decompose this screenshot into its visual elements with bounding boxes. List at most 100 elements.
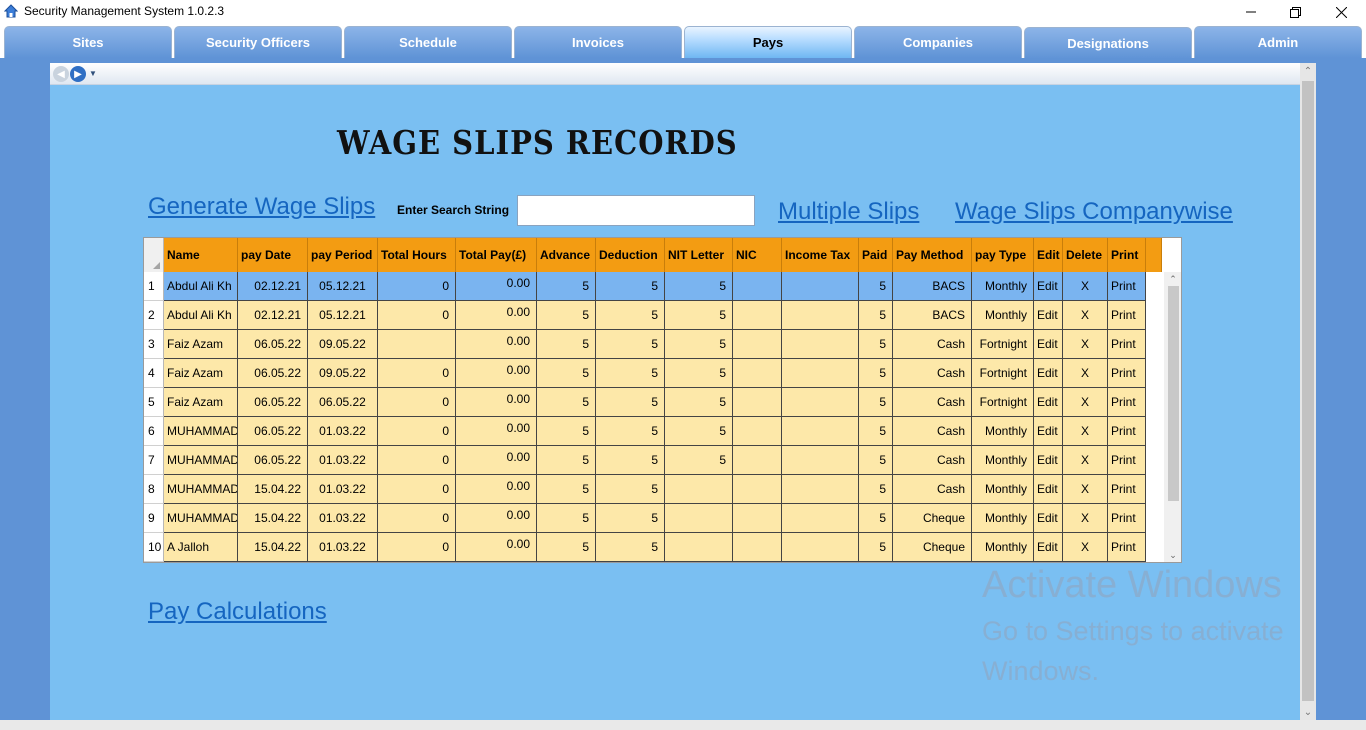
- table-cell[interactable]: [733, 533, 782, 562]
- restore-button[interactable]: [1272, 0, 1318, 24]
- table-cell[interactable]: 5: [537, 388, 596, 417]
- table-cell[interactable]: 5: [665, 330, 733, 359]
- table-cell[interactable]: 0: [378, 272, 456, 301]
- table-cell[interactable]: 5: [859, 446, 893, 475]
- column-header[interactable]: Total Hours: [378, 238, 456, 272]
- table-row[interactable]: 5 Faiz Azam 06.05.22 06.05.22 0 0.00 5 5 5 5 Cash F…: [144, 388, 1146, 417]
- edit-button[interactable]: Edit: [1034, 475, 1063, 504]
- edit-button[interactable]: Edit: [1034, 417, 1063, 446]
- row-number[interactable]: 7: [144, 446, 164, 475]
- table-cell[interactable]: 5: [859, 417, 893, 446]
- page-scrollbar[interactable]: ⌃ ⌄: [1300, 63, 1316, 720]
- table-cell[interactable]: 5: [537, 330, 596, 359]
- table-cell[interactable]: Abdul Ali Kh: [164, 272, 238, 301]
- table-cell[interactable]: 5: [859, 475, 893, 504]
- row-number[interactable]: 3: [144, 330, 164, 359]
- multiple-slips-link[interactable]: Multiple Slips: [778, 198, 919, 226]
- table-cell[interactable]: [665, 504, 733, 533]
- table-cell[interactable]: 0: [378, 417, 456, 446]
- table-cell[interactable]: [782, 446, 859, 475]
- delete-button[interactable]: X: [1063, 272, 1108, 301]
- table-cell[interactable]: [733, 272, 782, 301]
- table-cell[interactable]: Cash: [893, 330, 972, 359]
- delete-button[interactable]: X: [1063, 301, 1108, 330]
- column-header[interactable]: Name: [164, 238, 238, 272]
- table-cell[interactable]: 0: [378, 475, 456, 504]
- table-cell[interactable]: [782, 330, 859, 359]
- table-cell[interactable]: 5: [596, 272, 665, 301]
- table-cell[interactable]: 06.05.22: [238, 359, 308, 388]
- table-cell[interactable]: [665, 475, 733, 504]
- table-cell[interactable]: [733, 417, 782, 446]
- table-cell[interactable]: 5: [537, 446, 596, 475]
- table-cell[interactable]: 5: [537, 504, 596, 533]
- tab-sites[interactable]: Sites: [4, 26, 172, 58]
- generate-wage-slips-link[interactable]: Generate Wage Slips: [148, 193, 375, 221]
- scroll-down-icon[interactable]: ⌄: [1300, 704, 1316, 720]
- table-cell[interactable]: 02.12.21: [238, 301, 308, 330]
- edit-button[interactable]: Edit: [1034, 533, 1063, 562]
- table-row[interactable]: 4 Faiz Azam 06.05.22 09.05.22 0 0.00 5 5 5 5 Cash F…: [144, 359, 1146, 388]
- table-cell[interactable]: [733, 504, 782, 533]
- print-button[interactable]: Print: [1108, 388, 1146, 417]
- table-cell[interactable]: 01.03.22: [308, 475, 378, 504]
- print-button[interactable]: Print: [1108, 533, 1146, 562]
- table-cell[interactable]: [733, 446, 782, 475]
- table-cell[interactable]: Cash: [893, 359, 972, 388]
- table-cell[interactable]: Cash: [893, 446, 972, 475]
- table-row[interactable]: 2 Abdul Ali Kh 02.12.21 05.12.21 0 0.00 5 5 5 5 BA…: [144, 301, 1146, 330]
- table-cell[interactable]: 0.00: [456, 417, 537, 446]
- table-cell[interactable]: [733, 359, 782, 388]
- wage-slips-companywise-link[interactable]: Wage Slips Companywise: [955, 198, 1233, 226]
- row-number[interactable]: 8: [144, 475, 164, 504]
- table-cell[interactable]: Monthly: [972, 446, 1034, 475]
- table-cell[interactable]: Faiz Azam: [164, 388, 238, 417]
- forward-button[interactable]: ▶: [70, 66, 86, 82]
- column-header[interactable]: Delete: [1063, 238, 1108, 272]
- table-cell[interactable]: 5: [859, 504, 893, 533]
- table-cell[interactable]: 5: [665, 417, 733, 446]
- table-cell[interactable]: 06.05.22: [238, 330, 308, 359]
- table-cell[interactable]: Abdul Ali Kh: [164, 301, 238, 330]
- table-cell[interactable]: 0.00: [456, 359, 537, 388]
- pay-calculations-link[interactable]: Pay Calculations: [148, 598, 327, 626]
- column-header[interactable]: Advance: [537, 238, 596, 272]
- tab-admin[interactable]: Admin: [1194, 26, 1362, 58]
- table-cell[interactable]: 06.05.22: [238, 446, 308, 475]
- table-cell[interactable]: Monthly: [972, 475, 1034, 504]
- table-cell[interactable]: 5: [596, 446, 665, 475]
- minimize-button[interactable]: [1228, 0, 1274, 24]
- history-dropdown-icon[interactable]: ▼: [89, 69, 97, 78]
- column-header[interactable]: Total Pay(£): [456, 238, 537, 272]
- close-button[interactable]: [1318, 0, 1364, 24]
- grid-scrollbar-thumb[interactable]: [1168, 286, 1179, 501]
- table-cell[interactable]: 0.00: [456, 533, 537, 562]
- table-cell[interactable]: 0.00: [456, 388, 537, 417]
- tab-security-officers[interactable]: Security Officers: [174, 26, 342, 58]
- table-cell[interactable]: Cheque: [893, 504, 972, 533]
- table-cell[interactable]: 5: [859, 533, 893, 562]
- table-cell[interactable]: 5: [596, 533, 665, 562]
- table-cell[interactable]: [782, 417, 859, 446]
- column-header[interactable]: NIT Letter: [665, 238, 733, 272]
- table-cell[interactable]: 0: [378, 388, 456, 417]
- table-cell[interactable]: 5: [665, 388, 733, 417]
- row-number[interactable]: 1: [144, 272, 164, 301]
- table-cell[interactable]: [782, 272, 859, 301]
- table-cell[interactable]: 5: [596, 475, 665, 504]
- print-button[interactable]: Print: [1108, 475, 1146, 504]
- column-header[interactable]: pay Date: [238, 238, 308, 272]
- table-cell[interactable]: 0: [378, 446, 456, 475]
- table-cell[interactable]: Monthly: [972, 417, 1034, 446]
- table-cell[interactable]: Fortnight: [972, 388, 1034, 417]
- table-cell[interactable]: 06.05.22: [308, 388, 378, 417]
- table-cell[interactable]: BACS: [893, 272, 972, 301]
- table-cell[interactable]: Faiz Azam: [164, 359, 238, 388]
- table-cell[interactable]: 5: [596, 417, 665, 446]
- column-header[interactable]: Print: [1108, 238, 1146, 272]
- table-cell[interactable]: 5: [859, 330, 893, 359]
- delete-button[interactable]: X: [1063, 446, 1108, 475]
- table-cell[interactable]: Fortnight: [972, 330, 1034, 359]
- table-cell[interactable]: 09.05.22: [308, 330, 378, 359]
- table-row[interactable]: 3 Faiz Azam 06.05.22 09.05.22 0.00 5 5 5 5 Cash Fo…: [144, 330, 1146, 359]
